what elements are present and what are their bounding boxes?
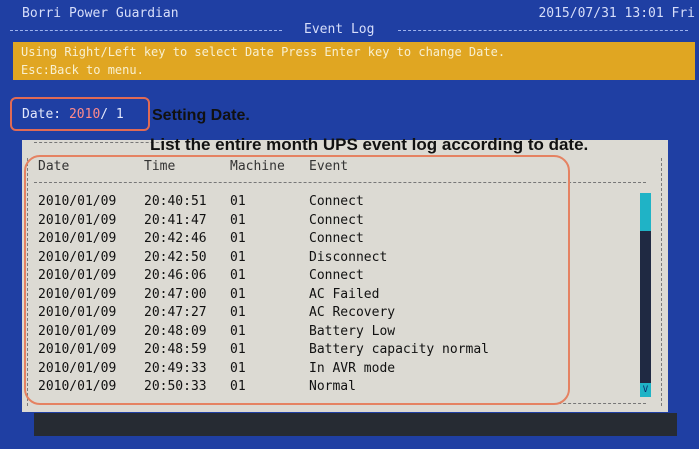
window-shadow <box>34 413 677 436</box>
panel-bottom-border <box>34 403 646 404</box>
app-title: Borri Power Guardian <box>22 6 179 21</box>
cell-machine: 01 <box>230 212 246 228</box>
cell-time: 20:40:51 <box>144 194 207 209</box>
cell-date: 2010/01/09 <box>38 360 117 376</box>
date-selector[interactable]: Date: 2010/ 1 <box>10 97 150 131</box>
cell-event: In AVR mode <box>309 360 396 376</box>
date-month-value[interactable]: / 1 <box>100 107 123 122</box>
cell-date: 2010/01/09 <box>38 212 117 228</box>
cell-machine: 01 <box>230 360 246 376</box>
datetime-display: 2015/07/31 13:01 Fri <box>538 6 695 21</box>
table-row[interactable]: 2010/01/09 20:40:51 01 Connect <box>22 194 632 213</box>
cell-event: AC Failed <box>309 286 380 302</box>
cell-time: 20:46:06 <box>144 268 207 283</box>
column-header-event: Event <box>309 159 349 174</box>
screen-title: Event Log <box>304 22 375 37</box>
cell-event: Connect <box>309 231 364 246</box>
cell-machine: 01 <box>230 249 246 265</box>
cell-time: 20:42:46 <box>144 231 207 246</box>
cell-event: Connect <box>309 268 364 283</box>
scroll-down-icon[interactable]: V <box>640 383 651 397</box>
cell-event: Disconnect <box>309 249 388 265</box>
table-row[interactable]: 2010/01/09 20:46:06 01 Connect <box>22 268 632 287</box>
cell-date: 2010/01/09 <box>38 379 117 394</box>
cell-event: Connect <box>309 194 364 209</box>
table-row[interactable]: 2010/01/09 20:47:00 01 AC Failed <box>22 287 632 306</box>
table-row[interactable]: 2010/01/09 20:48:09 01 Battery Low <box>22 324 632 343</box>
cell-date: 2010/01/09 <box>38 249 117 265</box>
cell-machine: 01 <box>230 268 246 283</box>
cell-machine: 01 <box>230 379 246 394</box>
cell-date: 2010/01/09 <box>38 286 117 302</box>
cell-time: 20:49:33 <box>144 360 207 376</box>
table-row[interactable]: 2010/01/09 20:48:59 01 Battery capacity … <box>22 342 632 361</box>
column-header-machine: Machine <box>230 159 285 174</box>
date-year-value[interactable]: 2010 <box>69 107 100 122</box>
cell-time: 20:41:47 <box>144 212 207 228</box>
cell-machine: 01 <box>230 286 246 302</box>
column-header-date: Date <box>38 159 70 174</box>
cell-date: 2010/01/09 <box>38 305 117 320</box>
title-divider-right <box>398 30 688 31</box>
table-row[interactable]: 2010/01/09 20:47:27 01 AC Recovery <box>22 305 632 324</box>
cell-time: 20:47:27 <box>144 305 207 320</box>
date-field[interactable]: Date: 2010/ 1 <box>22 107 124 122</box>
cell-event: Battery Low <box>309 323 396 339</box>
cell-event: AC Recovery <box>309 305 396 320</box>
event-log-panel: Date Time Machine Event 2010/01/09 20:40… <box>22 140 668 412</box>
cell-date: 2010/01/09 <box>38 323 117 339</box>
cell-date: 2010/01/09 <box>38 342 117 357</box>
instruction-bar: Using Right/Left key to select Date Pres… <box>13 42 695 80</box>
escape-hint: Esc:Back to menu. <box>21 63 144 77</box>
column-header-time: Time <box>144 159 176 174</box>
panel-right-border <box>661 158 662 406</box>
cell-time: 20:48:59 <box>144 342 207 357</box>
cell-date: 2010/01/09 <box>38 231 117 246</box>
cell-machine: 01 <box>230 323 246 339</box>
event-log-list: 2010/01/09 20:40:51 01 Connect 2010/01/0… <box>22 194 632 398</box>
cell-time: 20:47:00 <box>144 286 207 302</box>
scrollbar-thumb[interactable] <box>640 193 651 231</box>
title-divider-left <box>10 30 282 31</box>
cell-time: 20:48:09 <box>144 323 207 339</box>
table-row[interactable]: 2010/01/09 20:41:47 01 Connect <box>22 213 632 232</box>
cell-time: 20:50:33 <box>144 379 207 394</box>
cell-time: 20:42:50 <box>144 249 207 265</box>
cell-machine: 01 <box>230 231 246 246</box>
table-row[interactable]: 2010/01/09 20:50:33 01 Normal <box>22 379 632 398</box>
cell-machine: 01 <box>230 342 246 357</box>
cell-machine: 01 <box>230 194 246 209</box>
date-label: Date: <box>22 107 62 122</box>
cell-event: Normal <box>309 379 356 394</box>
callout-setting-date: Setting Date. <box>152 107 250 124</box>
table-row[interactable]: 2010/01/09 20:42:50 01 Disconnect <box>22 250 632 269</box>
cell-event: Connect <box>309 212 364 228</box>
cell-date: 2010/01/09 <box>38 268 117 283</box>
cell-date: 2010/01/09 <box>38 194 117 209</box>
log-scrollbar[interactable]: V <box>640 193 651 397</box>
cell-event: Battery capacity normal <box>309 342 490 357</box>
instruction-text: Using Right/Left key to select Date Pres… <box>21 45 506 59</box>
table-row[interactable]: 2010/01/09 20:42:46 01 Connect <box>22 231 632 250</box>
header-separator <box>34 182 646 183</box>
cell-machine: 01 <box>230 305 246 320</box>
callout-list-month: List the entire month UPS event log acco… <box>150 135 589 154</box>
table-row[interactable]: 2010/01/09 20:49:33 01 In AVR mode <box>22 361 632 380</box>
